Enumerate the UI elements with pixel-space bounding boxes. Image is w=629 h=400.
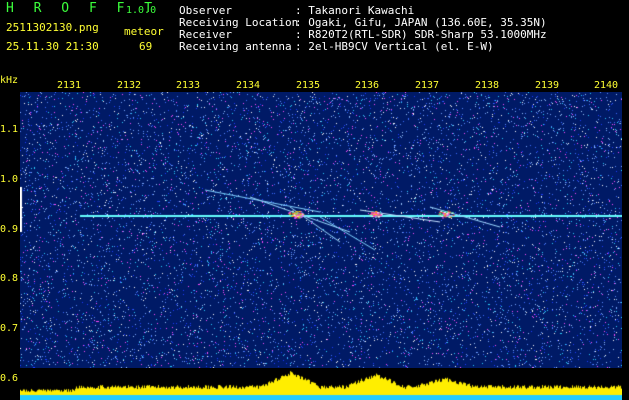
spectrogram-canvas xyxy=(20,92,622,368)
antenna-value: : 2el-HB9CV Vertical (el. E-W) xyxy=(295,40,494,53)
unit-label: kHz xyxy=(0,75,19,86)
type-label: meteor xyxy=(124,25,164,38)
antenna-label: Receiving antenna xyxy=(179,40,292,53)
y-tick: 0.7 xyxy=(0,323,19,334)
filename: 2511302130.png xyxy=(6,21,99,34)
time-tick: 2131 xyxy=(57,80,82,91)
y-tick: 0.8 xyxy=(0,273,19,284)
time-tick: 2135 xyxy=(296,80,321,91)
datetime: 25.11.30 21:30 xyxy=(6,40,99,53)
hroft-window: H R O F F T 1.0.0 2511302130.png meteor … xyxy=(0,0,629,400)
time-tick: 2139 xyxy=(535,80,560,91)
y-tick: 1.1 xyxy=(0,124,19,135)
time-tick: 2137 xyxy=(415,80,440,91)
signal-level-canvas xyxy=(20,368,622,400)
signal-level-strip xyxy=(20,368,622,400)
time-tick: 2133 xyxy=(176,80,201,91)
time-tick: 2138 xyxy=(475,80,500,91)
time-tick: 2140 xyxy=(594,80,619,91)
time-tick: 2132 xyxy=(117,80,142,91)
y-tick: 0.9 xyxy=(0,224,19,235)
y-tick: 1.0 xyxy=(0,174,19,185)
y-tick: 0.6 xyxy=(0,373,19,384)
app-version: 1.0.0 xyxy=(126,5,157,16)
meteor-count: 69 xyxy=(139,40,153,53)
time-tick: 2136 xyxy=(355,80,380,91)
time-tick: 2134 xyxy=(236,80,261,91)
spectrogram xyxy=(20,92,622,368)
